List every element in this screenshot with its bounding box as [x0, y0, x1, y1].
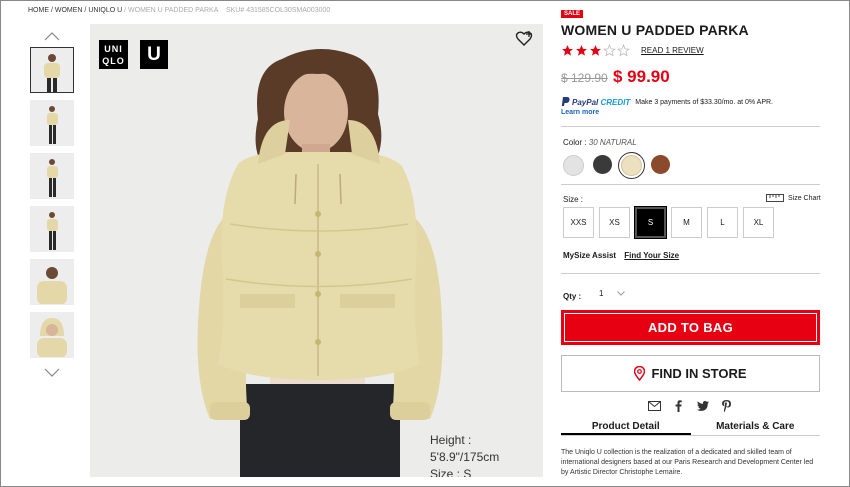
wishlist-heart-icon[interactable]: [515, 30, 533, 48]
tab-materials-care[interactable]: Materials & Care: [691, 420, 821, 435]
size-xxs-button[interactable]: XXS: [563, 207, 594, 238]
star-filled-icon: [590, 45, 601, 56]
swatch-brown[interactable]: [651, 155, 670, 174]
breadcrumb-women[interactable]: WOMEN: [55, 7, 83, 14]
social-share: [648, 399, 744, 412]
star-filled-icon: [576, 45, 587, 56]
thumbnail-4[interactable]: [30, 206, 74, 252]
paypal-message: Make 3 payments of $33.30/mo. at 0% APR.: [635, 98, 774, 106]
uniqlo-logo: UNI QLO: [99, 40, 128, 69]
learn-more-link[interactable]: Learn more: [561, 109, 599, 116]
location-pin-icon: [634, 366, 646, 381]
thumbnail-6[interactable]: [30, 312, 74, 358]
tab-product-detail[interactable]: Product Detail: [561, 420, 691, 435]
model-size: Size : S: [430, 467, 472, 477]
swatch-dark-gray[interactable]: [593, 155, 612, 174]
star-empty-icon: [603, 44, 616, 57]
thumbnail-list: [30, 47, 76, 365]
paypal-credit-text: CREDIT: [600, 97, 631, 107]
breadcrumb-separator: /: [84, 7, 87, 14]
read-reviews-link[interactable]: READ 1 REVIEW: [641, 46, 704, 55]
color-swatches: [563, 152, 679, 179]
paypal-icon: [561, 97, 570, 106]
breadcrumb-separator: /: [124, 7, 127, 14]
color-label-text: Color :: [563, 138, 587, 147]
pinterest-icon[interactable]: [720, 399, 733, 412]
model-height: Height : 5'8.9"/175cm: [430, 433, 500, 464]
breadcrumb-home[interactable]: HOME: [28, 7, 49, 14]
swatch-light-gray[interactable]: [563, 155, 584, 176]
star-empty-icon: [617, 44, 630, 57]
quantity-select[interactable]: 1: [599, 289, 625, 298]
color-label: Color : 30 NATURAL: [563, 138, 637, 147]
size-options: XXS XS S M L XL: [563, 206, 779, 239]
size-xs-button[interactable]: XS: [599, 207, 630, 238]
size-chart-label: Size Chart: [788, 194, 821, 202]
paypal-credit-banner: PayPal CREDIT Make 3 payments of $33.30/…: [561, 97, 773, 107]
star-filled-icon: [562, 45, 573, 56]
sku-text: SKU# 431585COL30SMA003000: [225, 7, 331, 14]
twitter-icon[interactable]: [696, 399, 709, 412]
thumbnail-2[interactable]: [30, 100, 74, 146]
original-price: $ 129.90: [561, 71, 608, 85]
paypal-logo-text: PayPal: [572, 97, 599, 107]
size-s-button[interactable]: S: [634, 206, 667, 239]
swatch-natural[interactable]: [618, 152, 645, 179]
mysize-assist: MySize Assist Find Your Size: [563, 251, 679, 260]
selected-color-name: 30 NATURAL: [588, 138, 637, 147]
breadcrumb-separator: /: [50, 7, 53, 14]
ruler-icon: [766, 194, 784, 202]
rating-stars: [561, 44, 631, 58]
thumbnail-1[interactable]: [30, 47, 74, 93]
find-in-store-label: FIND IN STORE: [651, 366, 747, 381]
thumbnail-5[interactable]: [30, 259, 74, 305]
quantity-label: Qty :: [563, 292, 582, 301]
main-product-image[interactable]: UNI QLO U Height : 5'8.9"/175cm Size : S: [90, 24, 543, 477]
paypal-credit-logo: PayPal CREDIT: [572, 98, 630, 107]
product-description: The Uniqlo U collection is the realizati…: [561, 449, 814, 476]
product-tabs: Product Detail Materials & Care: [561, 420, 820, 436]
divider: [561, 184, 820, 185]
facebook-icon[interactable]: [672, 399, 685, 412]
size-xl-button[interactable]: XL: [743, 207, 774, 238]
find-in-store-button[interactable]: FIND IN STORE: [561, 355, 820, 392]
uniqlo-u-logo: U: [140, 40, 168, 69]
breadcrumb: HOME / WOMEN / UNIQLO U / WOMEN U PADDED…: [28, 7, 330, 14]
find-your-size-link[interactable]: Find Your Size: [624, 251, 679, 260]
breadcrumb-uniqlo-u[interactable]: UNIQLO U: [88, 7, 122, 14]
divider: [561, 273, 820, 274]
model-photo: [197, 49, 443, 477]
model-info: Height : 5'8.9"/175cm Size : S: [430, 432, 543, 477]
sale-badge: SALE: [561, 10, 584, 18]
email-icon[interactable]: [648, 399, 661, 412]
size-m-button[interactable]: M: [671, 207, 702, 238]
add-to-bag-button[interactable]: ADD TO BAG: [561, 310, 820, 345]
thumbnail-3[interactable]: [30, 153, 74, 199]
product-title: WOMEN U PADDED PARKA: [561, 22, 749, 38]
quantity-value: 1: [599, 289, 604, 298]
size-chart-link[interactable]: Size Chart: [766, 194, 821, 202]
sale-price: $ 99.90: [613, 67, 670, 86]
thumbnail-up-arrow-icon[interactable]: [44, 31, 60, 41]
thumbnail-down-arrow-icon[interactable]: [44, 368, 60, 378]
breadcrumb-current: WOMEN U PADDED PARKA: [128, 7, 219, 14]
divider: [561, 126, 820, 127]
size-l-button[interactable]: L: [707, 207, 738, 238]
chevron-down-icon: [617, 291, 625, 296]
mysize-label: MySize Assist: [563, 251, 617, 260]
size-label: Size :: [563, 195, 584, 204]
